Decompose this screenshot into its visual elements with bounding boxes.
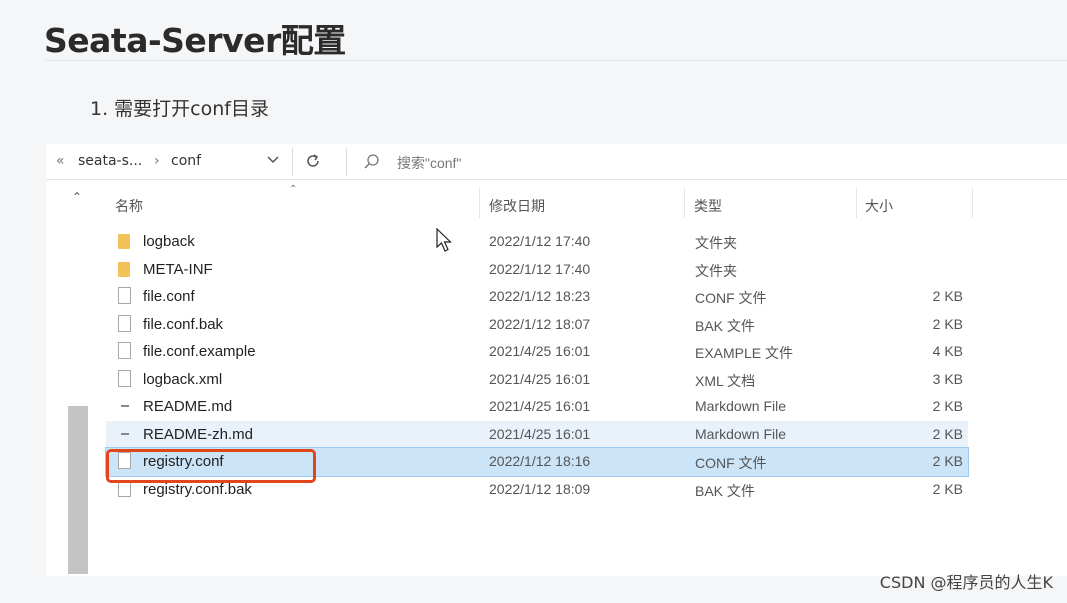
file-date: 2022/1/12 18:23 [489, 288, 591, 304]
file-size: 2 KB [932, 480, 963, 497]
file-type: XML 文档 [695, 372, 756, 389]
folder-icon [118, 232, 132, 250]
file-type: CONF 文件 [695, 290, 767, 306]
document-icon [118, 369, 132, 388]
file-size: 2 KB [932, 453, 963, 469]
highlight-annotation [106, 449, 316, 483]
address-bar[interactable]: « seata-s... › conf 搜索"conf" [46, 144, 1067, 180]
file-type: Markdown File [695, 398, 787, 414]
column-header-type[interactable]: 类型 [694, 196, 722, 216]
file-type: BAK 文件 [695, 482, 755, 499]
sort-ascending-icon: ⌃ [289, 184, 298, 195]
document-icon [118, 287, 132, 305]
file-date: 2021/4/25 16:01 [489, 370, 591, 387]
file-row[interactable]: README.md 2021/4/25 16:01 Markdown File … [106, 393, 968, 421]
file-name: registry.conf.bak [143, 480, 252, 498]
file-row[interactable]: logback.xml 2021/4/25 16:01 XML 文档 3 KB [106, 366, 968, 394]
file-row[interactable]: file.conf.bak 2022/1/12 18:07 BAK 文件 2 K… [106, 311, 968, 339]
file-date: 2022/1/12 17:40 [489, 260, 591, 277]
file-explorer-window: « seata-s... › conf 搜索"conf" ⌃ ⌃ 名称 修改日期… [46, 144, 1067, 576]
file-date: 2021/4/25 16:01 [489, 398, 591, 414]
search-icon [363, 153, 381, 176]
file-date: 2022/1/12 18:09 [489, 480, 591, 497]
file-row[interactable]: file.conf 2022/1/12 18:23 CONF 文件 2 KB [106, 283, 968, 311]
file-size: 2 KB [932, 425, 963, 442]
breadcrumb-separator: › [154, 153, 160, 169]
breadcrumb-parent[interactable]: seata-s... [78, 153, 142, 169]
file-name: logback [143, 233, 195, 250]
file-size: 2 KB [932, 315, 963, 332]
step-text: 1. 需要打开conf目录 [90, 98, 269, 120]
file-name: README.md [143, 398, 233, 415]
search-placeholder: 搜索"conf" [397, 155, 462, 171]
document-icon [118, 314, 132, 333]
file-size: 2 KB [932, 398, 963, 414]
file-type: BAK 文件 [695, 317, 755, 334]
address-divider [292, 148, 293, 176]
column-header-size[interactable]: 大小 [865, 196, 893, 216]
file-row[interactable]: META-INF 2022/1/12 17:40 文件夹 [106, 256, 968, 284]
column-header-name[interactable]: 名称 [115, 196, 143, 216]
file-size: 4 KB [932, 343, 963, 359]
file-size: 2 KB [932, 288, 963, 304]
file-type: CONF 文件 [695, 455, 767, 471]
breadcrumb-overflow[interactable]: « [56, 153, 65, 169]
column-divider[interactable] [856, 188, 857, 218]
column-divider[interactable] [479, 188, 480, 218]
file-name: file.conf [143, 288, 195, 305]
refresh-icon[interactable] [304, 152, 322, 175]
file-date: 2022/1/12 18:16 [489, 453, 591, 469]
file-date: 2021/4/25 16:01 [489, 425, 591, 442]
document-icon [118, 342, 132, 360]
file-size: 3 KB [932, 370, 963, 387]
mouse-cursor-icon [436, 227, 454, 259]
file-type: Markdown File [695, 425, 787, 442]
title-divider [44, 60, 1067, 61]
scroll-up-icon[interactable]: ⌃ [72, 190, 82, 204]
file-date: 2021/4/25 16:01 [489, 343, 591, 359]
file-date: 2022/1/12 17:40 [489, 233, 591, 249]
file-name: file.conf.example [143, 343, 256, 360]
file-name: logback.xml [143, 370, 223, 388]
chevron-down-icon[interactable] [266, 152, 280, 171]
column-divider[interactable] [972, 188, 973, 218]
slide-title: Seata-Server配置 [44, 21, 346, 60]
column-divider[interactable] [684, 188, 685, 218]
folder-icon [118, 260, 132, 278]
column-header-date[interactable]: 修改日期 [489, 196, 545, 216]
file-date: 2022/1/12 18:07 [489, 315, 591, 332]
breadcrumb-current[interactable]: conf [171, 153, 201, 169]
file-type: 文件夹 [695, 262, 737, 279]
markdown-file-icon [118, 425, 132, 443]
file-row[interactable]: README-zh.md 2021/4/25 16:01 Markdown Fi… [106, 420, 968, 448]
file-type: EXAMPLE 文件 [695, 345, 794, 361]
file-name: META-INF [143, 260, 213, 278]
file-type: 文件夹 [695, 235, 737, 251]
markdown-file-icon [118, 397, 132, 415]
file-name: file.conf.bak [143, 315, 224, 333]
nav-pane-scrollbar[interactable]: ⌃ [68, 184, 88, 574]
scrollbar-thumb[interactable] [68, 406, 88, 574]
file-row[interactable]: file.conf.example 2021/4/25 16:01 EXAMPL… [106, 338, 968, 366]
file-row[interactable]: logback 2022/1/12 17:40 文件夹 [106, 228, 968, 256]
file-name: README-zh.md [143, 425, 254, 443]
search-input[interactable]: 搜索"conf" [346, 148, 1067, 176]
watermark: CSDN @程序员的人生K [879, 573, 1053, 592]
